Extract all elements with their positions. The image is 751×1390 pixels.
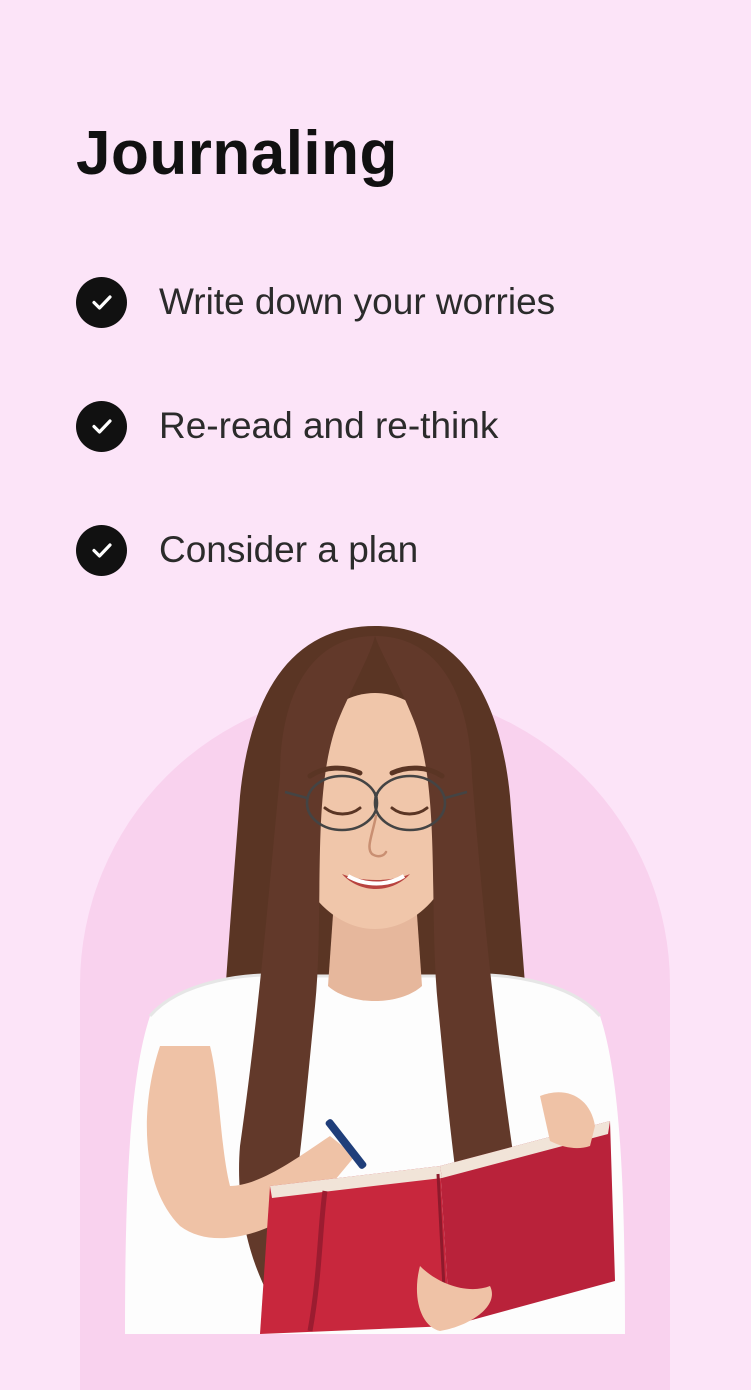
checklist-item: Re-read and re-think xyxy=(76,400,555,452)
tips-checklist: Write down your worries Re-read and re-t… xyxy=(76,276,555,648)
checklist-item: Write down your worries xyxy=(76,276,555,328)
checklist-item-label: Re-read and re-think xyxy=(159,405,499,446)
checklist-item-label: Consider a plan xyxy=(159,529,419,570)
checklist-item-label: Write down your worries xyxy=(159,281,556,322)
checklist-item: Consider a plan xyxy=(76,524,555,576)
check-circle-icon xyxy=(76,276,127,328)
check-circle-icon xyxy=(76,400,127,452)
page-title: Journaling xyxy=(76,119,398,188)
check-circle-icon xyxy=(76,524,127,576)
woman-journaling-illustration xyxy=(125,626,625,1334)
